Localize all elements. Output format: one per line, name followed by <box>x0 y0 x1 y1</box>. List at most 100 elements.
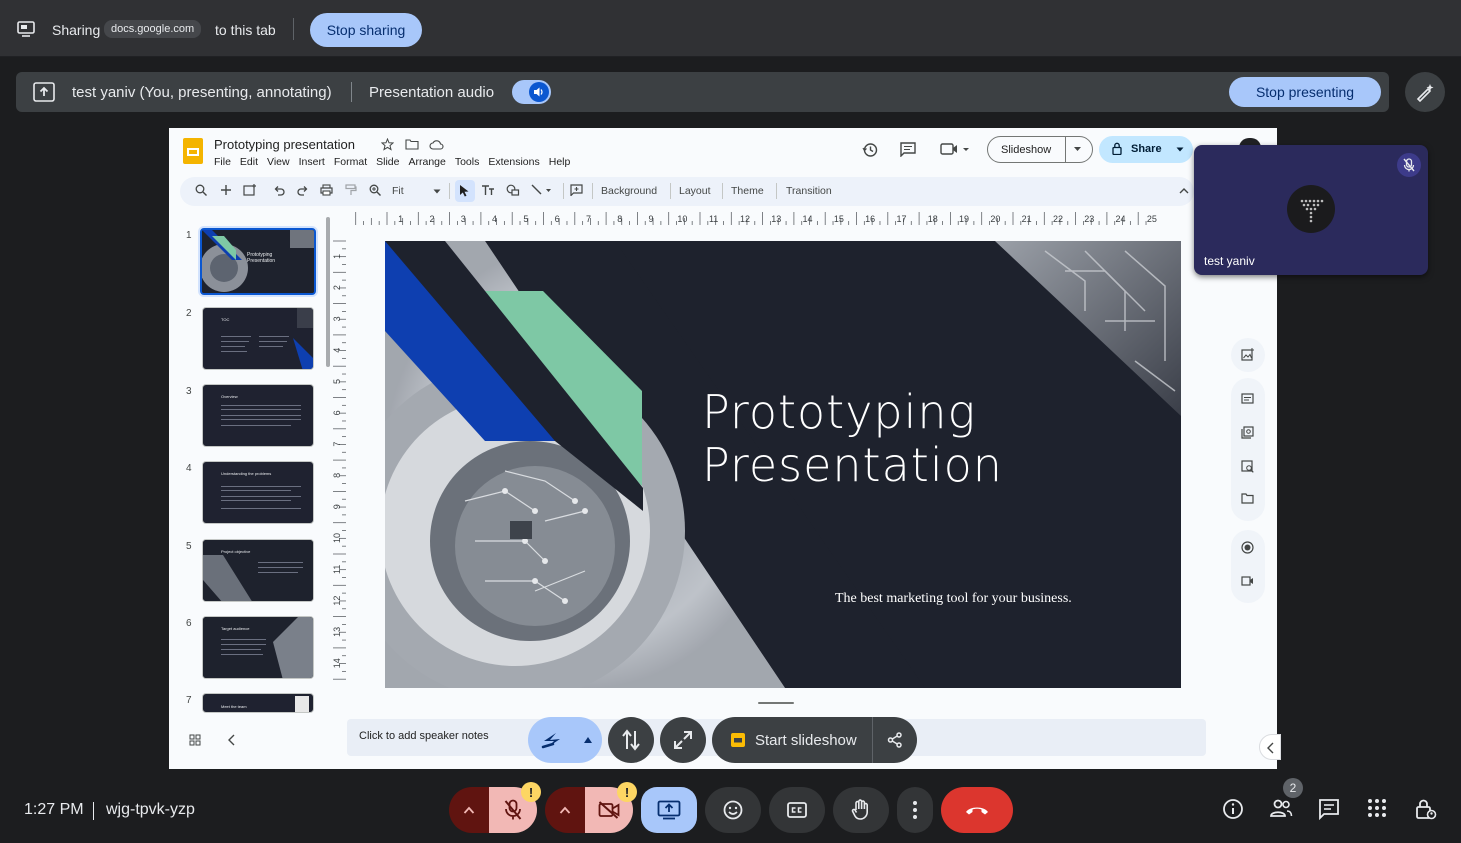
menu-extensions[interactable]: Extensions <box>488 156 539 168</box>
presentation-audio-label: Presentation audio <box>369 84 495 101</box>
theme-button[interactable]: Theme <box>731 185 764 197</box>
reactions-button[interactable] <box>705 787 761 833</box>
companion-mode-button[interactable] <box>528 717 602 763</box>
swap-view-button[interactable] <box>608 717 654 763</box>
zoom-select[interactable]: Fit <box>392 185 404 197</box>
chat-icon[interactable] <box>1318 798 1340 820</box>
stop-sharing-button[interactable]: Stop sharing <box>310 13 422 47</box>
chevron-left-icon <box>1267 742 1274 754</box>
fullscreen-button[interactable] <box>660 717 706 763</box>
chevron-up-icon[interactable] <box>1179 188 1189 194</box>
annotate-button[interactable] <box>1405 72 1445 112</box>
menu-insert[interactable]: Insert <box>299 156 325 168</box>
menu-help[interactable]: Help <box>549 156 571 168</box>
chevron-up-icon <box>463 806 475 814</box>
menu-view[interactable]: View <box>267 156 290 168</box>
grid-view-icon[interactable] <box>189 734 201 746</box>
print-icon[interactable] <box>320 184 333 196</box>
star-icon[interactable] <box>381 138 394 151</box>
ruler-label: 10 <box>333 533 342 543</box>
meet-camera-icon[interactable] <box>940 142 970 156</box>
undo-icon[interactable] <box>273 184 285 196</box>
leave-call-button[interactable] <box>941 787 1013 833</box>
slide-thumbnail-4[interactable]: Understanding the problems <box>202 461 314 524</box>
menu-edit[interactable]: Edit <box>240 156 258 168</box>
image-search-icon[interactable] <box>1241 460 1254 473</box>
emoji-icon <box>723 800 743 820</box>
slide-title[interactable]: Prototyping Presentation <box>702 386 1003 492</box>
present-now-button[interactable] <box>641 787 697 833</box>
new-slide-icon[interactable] <box>220 184 232 196</box>
activities-grid-icon[interactable] <box>1367 798 1387 818</box>
slide-subtitle[interactable]: The best marketing tool for your busines… <box>835 591 1072 607</box>
filmstrip-scrollbar[interactable] <box>326 217 330 367</box>
people-icon[interactable] <box>1269 798 1293 818</box>
ruler-label: 6 <box>333 410 342 415</box>
captions-button[interactable] <box>769 787 825 833</box>
menu-file[interactable]: File <box>214 156 231 168</box>
video-icon[interactable] <box>1241 575 1254 587</box>
layout-button[interactable]: Layout <box>679 185 711 197</box>
meeting-details-icon[interactable] <box>1222 798 1244 820</box>
cloud-saved-icon[interactable] <box>429 139 444 150</box>
notes-resize-handle[interactable] <box>758 702 794 704</box>
chevron-down-icon[interactable] <box>1073 146 1082 152</box>
menu-arrange[interactable]: Arrange <box>408 156 445 168</box>
text-box-icon[interactable] <box>481 184 495 196</box>
move-folder-icon[interactable] <box>405 139 419 150</box>
chevron-left-icon[interactable] <box>227 734 237 746</box>
gallery-icon[interactable] <box>1241 426 1254 439</box>
to-tab-label: to this tab <box>215 22 276 38</box>
swap-arrows-icon <box>622 729 640 751</box>
slide-number: 1 <box>186 230 192 241</box>
comments-icon[interactable] <box>900 142 916 157</box>
closed-captions-icon <box>787 802 807 818</box>
slide-thumbnail-1[interactable]: Prototyping Presentation <box>200 228 316 295</box>
slide-thumbnail-5[interactable]: Project objective <box>202 539 314 602</box>
version-history-icon[interactable] <box>862 142 878 158</box>
slides-logo-mark <box>187 148 199 156</box>
ruler-label: 5 <box>333 379 342 384</box>
audio-settings-button[interactable] <box>449 787 489 833</box>
menu-bar: File Edit View Insert Format Slide Arran… <box>214 156 579 168</box>
slide-thumbnail-2[interactable]: TOC <box>202 307 314 370</box>
background-button[interactable]: Background <box>601 185 657 197</box>
raise-hand-button[interactable] <box>833 787 889 833</box>
line-icon[interactable] <box>531 184 551 196</box>
record-icon[interactable] <box>1241 541 1254 554</box>
add-image-icon[interactable] <box>1241 348 1254 361</box>
menu-format[interactable]: Format <box>334 156 367 168</box>
insert-comment-icon[interactable] <box>570 184 583 196</box>
menu-tools[interactable]: Tools <box>455 156 480 168</box>
menu-slide[interactable]: Slide <box>376 156 399 168</box>
participant-count-badge: 2 <box>1283 778 1303 798</box>
divider <box>449 183 450 199</box>
shape-icon[interactable] <box>506 184 520 196</box>
share-icon[interactable] <box>887 732 903 748</box>
zoom-icon[interactable] <box>369 184 381 196</box>
slide-number: 7 <box>186 695 192 706</box>
video-settings-button[interactable] <box>545 787 585 833</box>
document-title[interactable]: Prototyping presentation <box>214 137 355 152</box>
redo-icon[interactable] <box>297 184 309 196</box>
slide-thumbnail-7[interactable]: Meet the team <box>202 693 314 713</box>
divider <box>776 183 777 199</box>
divider <box>293 18 294 40</box>
speaker-notes-placeholder: Click to add speaker notes <box>359 730 489 742</box>
chevron-down-icon[interactable] <box>1176 147 1184 152</box>
search-menus-icon[interactable] <box>195 184 207 196</box>
host-controls-icon[interactable] <box>1415 798 1437 820</box>
captions-panel-icon[interactable] <box>1241 393 1254 404</box>
ruler-label: 13 <box>333 627 342 637</box>
new-slide-layout-icon[interactable] <box>243 184 257 196</box>
select-cursor-icon[interactable] <box>459 184 470 197</box>
slide-thumbnail-6[interactable]: Target audience <box>202 616 314 679</box>
transition-button[interactable]: Transition <box>786 185 832 197</box>
more-options-button[interactable] <box>897 787 933 833</box>
slide-thumbnail-3[interactable]: Overview <box>202 384 314 447</box>
folder-icon[interactable] <box>1241 493 1254 504</box>
expand-side-panel[interactable] <box>1259 734 1281 760</box>
stop-presenting-button[interactable]: Stop presenting <box>1229 77 1381 107</box>
paint-format-icon[interactable] <box>345 184 357 196</box>
chevron-down-icon[interactable] <box>433 189 441 194</box>
